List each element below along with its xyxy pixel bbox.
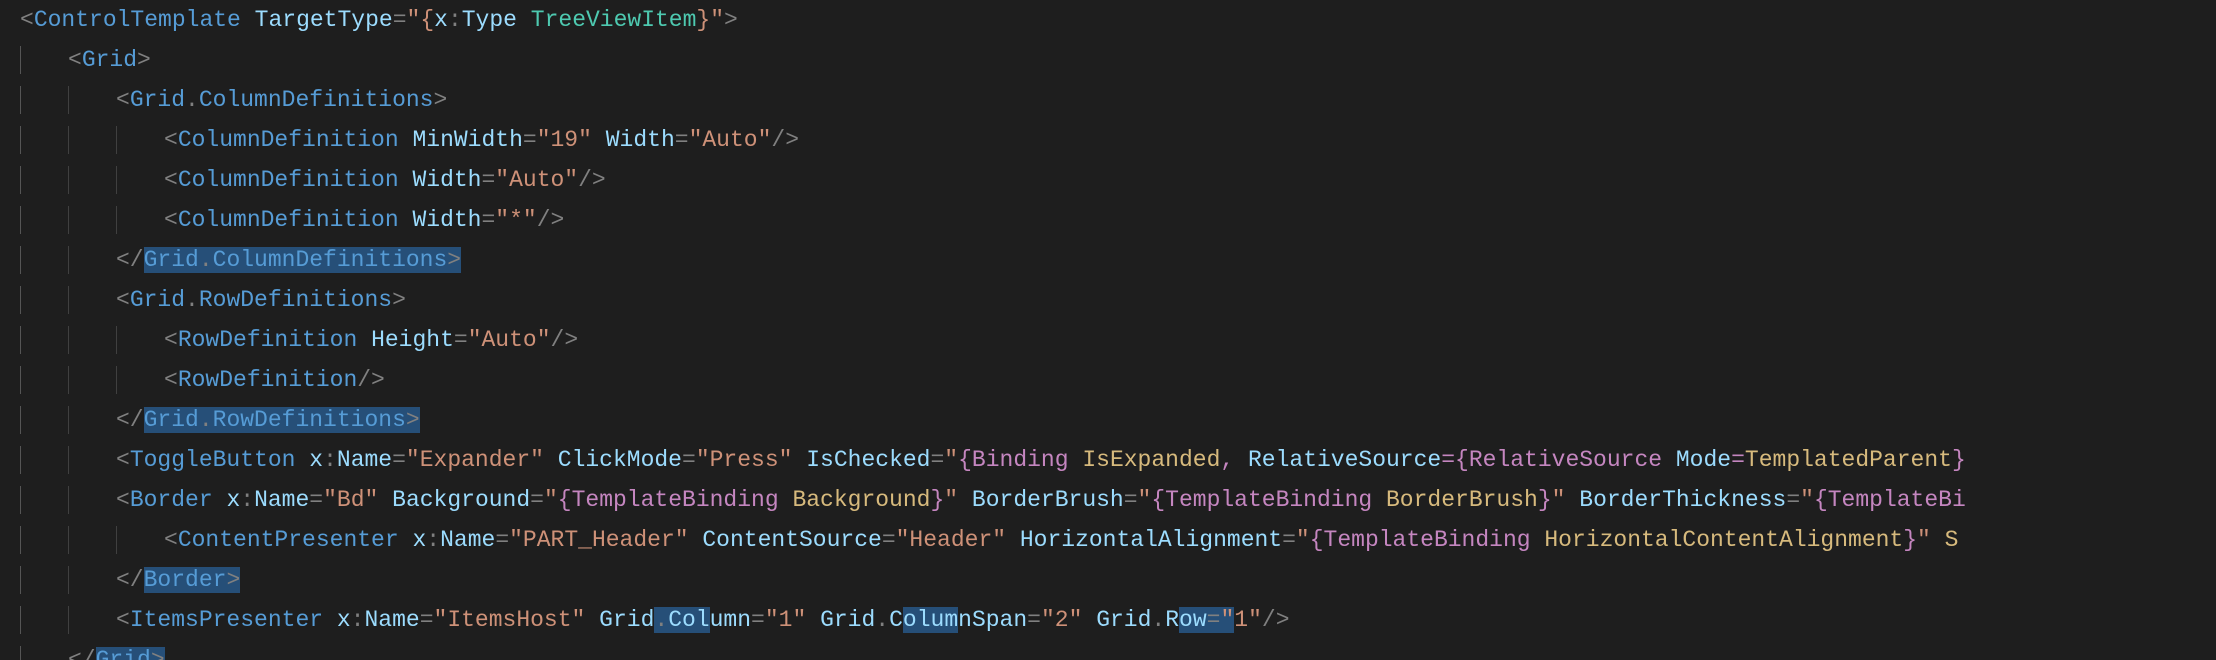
code-text: <ColumnDefinition MinWidth="19" Width="A…: [164, 120, 799, 160]
code-text: <ColumnDefinition Width="Auto"/>: [164, 160, 606, 200]
code-line[interactable]: <Grid.ColumnDefinitions>: [0, 80, 2216, 120]
code-line[interactable]: </Grid.RowDefinitions>: [0, 400, 2216, 440]
code-editor[interactable]: <ControlTemplate TargetType="{x:Type Tre…: [0, 0, 2216, 660]
code-text: <Grid>: [68, 40, 151, 80]
code-line[interactable]: <Grid>: [0, 40, 2216, 80]
code-line[interactable]: </Grid>: [0, 640, 2216, 660]
code-text: <Grid.RowDefinitions>: [116, 280, 406, 320]
code-line[interactable]: <ContentPresenter x:Name="PART_Header" C…: [0, 520, 2216, 560]
code-line[interactable]: <ColumnDefinition Width="Auto"/>: [0, 160, 2216, 200]
code-text: <RowDefinition/>: [164, 360, 385, 400]
code-text: </Border>: [116, 560, 240, 600]
code-text: <ControlTemplate TargetType="{x:Type Tre…: [20, 0, 738, 40]
code-line[interactable]: <ColumnDefinition Width="*"/>: [0, 200, 2216, 240]
code-text: <RowDefinition Height="Auto"/>: [164, 320, 578, 360]
code-text: <ColumnDefinition Width="*"/>: [164, 200, 564, 240]
code-line[interactable]: <ToggleButton x:Name="Expander" ClickMod…: [0, 440, 2216, 480]
code-text: <Grid.ColumnDefinitions>: [116, 80, 447, 120]
code-line[interactable]: <ItemsPresenter x:Name="ItemsHost" Grid.…: [0, 600, 2216, 640]
code-line[interactable]: <RowDefinition Height="Auto"/>: [0, 320, 2216, 360]
code-text: </Grid.ColumnDefinitions>: [116, 240, 461, 280]
code-line[interactable]: <ControlTemplate TargetType="{x:Type Tre…: [0, 0, 2216, 40]
code-line[interactable]: <ColumnDefinition MinWidth="19" Width="A…: [0, 120, 2216, 160]
code-text: <ToggleButton x:Name="Expander" ClickMod…: [116, 440, 1966, 480]
code-line[interactable]: <RowDefinition/>: [0, 360, 2216, 400]
code-text: <Border x:Name="Bd" Background="{Templat…: [116, 480, 1966, 520]
code-line[interactable]: <Grid.RowDefinitions>: [0, 280, 2216, 320]
code-line[interactable]: <Border x:Name="Bd" Background="{Templat…: [0, 480, 2216, 520]
code-line[interactable]: </Border>: [0, 560, 2216, 600]
code-text: <ItemsPresenter x:Name="ItemsHost" Grid.…: [116, 600, 1290, 640]
code-text: <ContentPresenter x:Name="PART_Header" C…: [164, 520, 1958, 560]
code-text: </Grid.RowDefinitions>: [116, 400, 420, 440]
code-line[interactable]: </Grid.ColumnDefinitions>: [0, 240, 2216, 280]
code-text: </Grid>: [68, 640, 165, 660]
